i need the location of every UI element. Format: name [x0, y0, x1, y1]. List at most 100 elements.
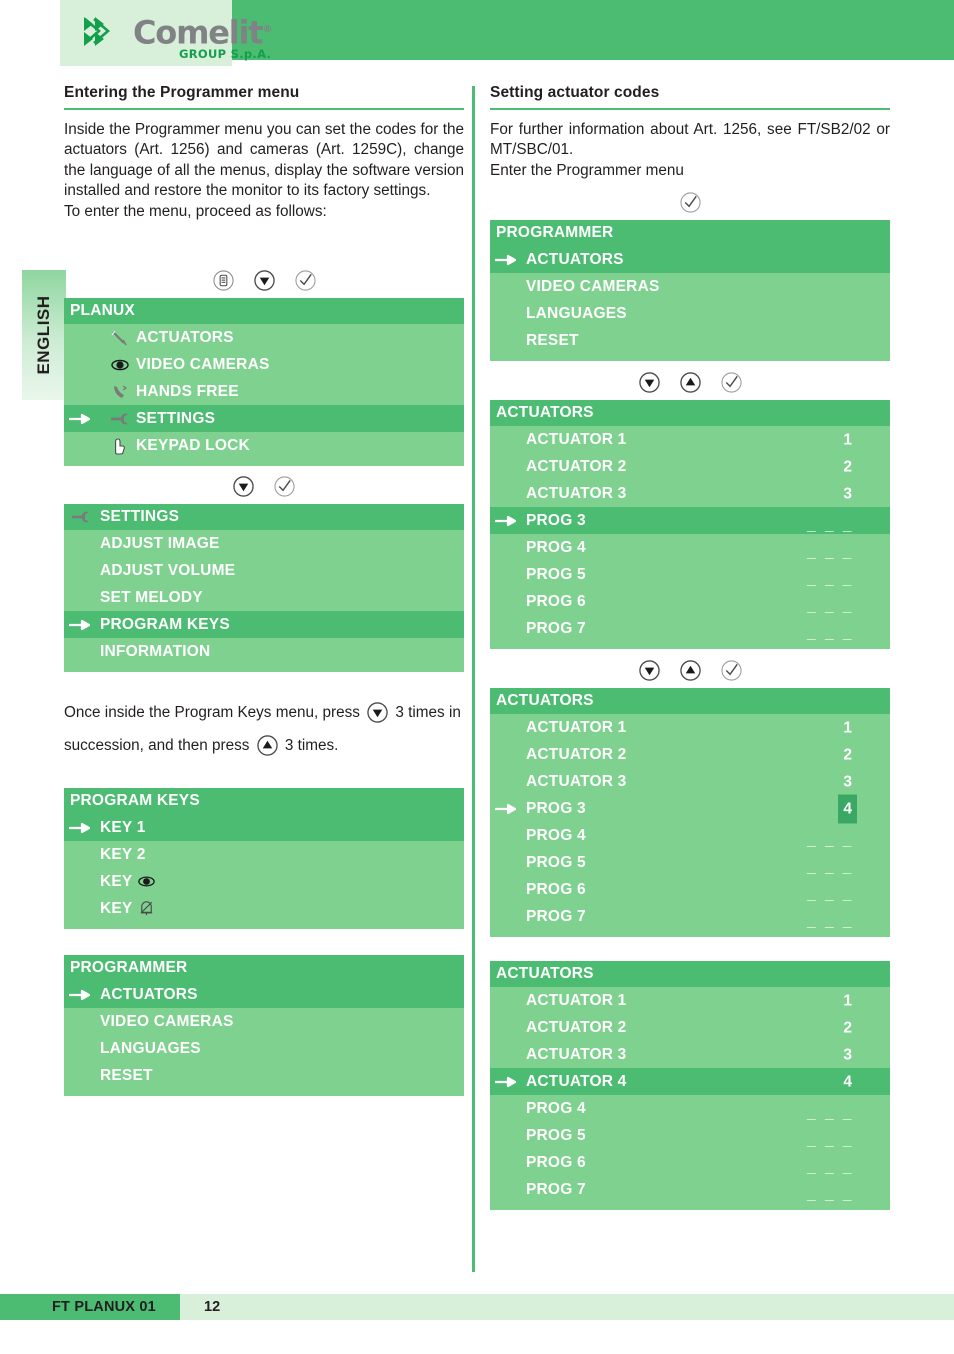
logo-wordmark: Comelit® [133, 13, 272, 52]
right-paragraph-1: For further information about Art. 1256,… [490, 120, 890, 159]
menu-row-key-2[interactable]: KEY 2 [64, 841, 464, 868]
menu-row-label: PROG 4 [526, 539, 586, 556]
column-divider [472, 86, 475, 1272]
menu-row-actuator-2[interactable]: ACTUATOR 2 2 [490, 453, 890, 480]
menu-row-label: PROG 4 [526, 1100, 586, 1117]
menu-program-keys-title: PROGRAM KEYS [64, 788, 464, 814]
bell-muted-icon [141, 901, 153, 916]
menu-programmer-left: PROGRAMMER ACTUATORS VIDEO CAMERAS LANGU… [64, 955, 464, 1096]
menu-row-keypad-lock[interactable]: KEYPAD LOCK [64, 432, 464, 459]
menu-row-actuator-4[interactable]: ACTUATOR 4 4 [490, 1068, 890, 1095]
menu-row-actuators[interactable]: ACTUATORS [490, 246, 890, 273]
down-arrow-icon[interactable] [367, 702, 388, 723]
menu-row-label: ACTUATOR 3 [526, 1046, 627, 1063]
menu-row-label: ACTUATOR 3 [526, 485, 627, 502]
menu-row-video-cameras[interactable]: VIDEO CAMERAS [490, 273, 890, 300]
confirm-icon[interactable] [274, 476, 295, 497]
menu-row-prog-6[interactable]: PROG 6 _ _ _ [490, 876, 890, 903]
menu-row-prog-5[interactable]: PROG 5 _ _ _ [490, 1122, 890, 1149]
menu-row-actuator-3[interactable]: ACTUATOR 3 3 [490, 768, 890, 795]
menu-row-prog-6[interactable]: PROG 6 _ _ _ [490, 1149, 890, 1176]
up-arrow-icon[interactable] [679, 660, 701, 681]
menu-row-reset[interactable]: RESET [490, 327, 890, 354]
menu-row-label: RESET [100, 1067, 153, 1084]
nav-buttons-row-3 [490, 660, 890, 681]
selection-arrow-icon [69, 413, 90, 424]
menu-actuators-title: ACTUATORS [490, 400, 890, 426]
page-footer: FT PLANUX 01 12 [0, 1294, 954, 1320]
menu-row-actuator-2[interactable]: ACTUATOR 2 2 [490, 1014, 890, 1041]
menu-row-actuators[interactable]: ACTUATORS [64, 324, 464, 351]
menu-row-reset[interactable]: RESET [64, 1062, 464, 1089]
eye-icon [138, 876, 156, 887]
menu-row-languages[interactable]: LANGUAGES [64, 1035, 464, 1062]
menu-row-key-1[interactable]: KEY 1 [64, 814, 464, 841]
menu-row-languages[interactable]: LANGUAGES [490, 300, 890, 327]
menu-row-label: PROG 6 [526, 1154, 586, 1171]
up-arrow-icon[interactable] [679, 372, 701, 393]
up-arrow-icon[interactable] [256, 735, 278, 756]
menu-row-prog-7[interactable]: PROG 7 _ _ _ [490, 615, 890, 642]
registered-mark: ® [262, 24, 272, 35]
menu-row-prog-4[interactable]: PROG 4 _ _ _ [490, 822, 890, 849]
footer-page-number: 12 [204, 1299, 221, 1315]
menu-row-key-mute[interactable]: KEY [64, 895, 464, 922]
menu-row-value: 1 [843, 431, 852, 448]
header-green-band [230, 0, 954, 60]
down-arrow-icon[interactable] [253, 270, 275, 291]
menu-row-prog-3[interactable]: PROG 3 _ _ _ [490, 507, 890, 534]
menu-row-adjust-volume[interactable]: ADJUST VOLUME [64, 557, 464, 584]
menu-row-settings[interactable]: SETTINGS [64, 405, 464, 432]
nav-buttons-row-2 [490, 372, 890, 393]
menu-row-actuator-1[interactable]: ACTUATOR 1 1 [490, 987, 890, 1014]
menu-programmer-title: PROGRAMMER [64, 955, 464, 981]
menu-row-label: ACTUATOR 3 [526, 773, 627, 790]
down-arrow-icon[interactable] [638, 660, 660, 681]
menu-row-video-cameras[interactable]: VIDEO CAMERAS [64, 351, 464, 378]
menu-row-actuator-1[interactable]: ACTUATOR 1 1 [490, 426, 890, 453]
menu-row-actuator-2[interactable]: ACTUATOR 2 2 [490, 741, 890, 768]
menu-row-label: LANGUAGES [526, 305, 627, 322]
menu-row-key-camera[interactable]: KEY [64, 868, 464, 895]
menu-row-prog-6[interactable]: PROG 6 _ _ _ [490, 588, 890, 615]
menu-row-adjust-image[interactable]: ADJUST IMAGE [64, 530, 464, 557]
menu-row-prog-5[interactable]: PROG 5 _ _ _ [490, 849, 890, 876]
menu-row-prog-5[interactable]: PROG 5 _ _ _ [490, 561, 890, 588]
footer-document-code: FT PLANUX 01 [52, 1299, 156, 1315]
menu-icon[interactable] [212, 270, 234, 291]
menu-settings-title-bar: SETTINGS [64, 504, 464, 530]
menu-row-label: ADJUST IMAGE [100, 535, 220, 552]
menu-row-actuator-3[interactable]: ACTUATOR 3 3 [490, 480, 890, 507]
menu-row-label: PROG 7 [526, 1181, 586, 1198]
menu-row-prog-4[interactable]: PROG 4 _ _ _ [490, 534, 890, 561]
confirm-icon[interactable] [294, 270, 316, 291]
menu-row-label: ACTUATOR 2 [526, 1019, 627, 1036]
heading-rule [490, 108, 890, 110]
menu-row-actuators[interactable]: ACTUATORS [64, 981, 464, 1008]
confirm-icon[interactable] [720, 372, 742, 393]
down-arrow-icon[interactable] [233, 476, 254, 497]
confirm-icon[interactable] [720, 660, 742, 681]
menu-row-value: 1 [843, 992, 852, 1009]
left-column: Entering the Programmer menu Inside the … [64, 84, 464, 1096]
menu-row-video-cameras[interactable]: VIDEO CAMERAS [64, 1008, 464, 1035]
menu-row-label: HANDS FREE [136, 383, 239, 400]
menu-row-set-melody[interactable]: SET MELODY [64, 584, 464, 611]
menu-row-value: _ _ _ [807, 1185, 854, 1203]
menu-row-value: 3 [843, 773, 852, 790]
menu-row-actuator-1[interactable]: ACTUATOR 1 1 [490, 714, 890, 741]
menu-actuators-title: ACTUATORS [490, 688, 890, 714]
menu-row-label: ACTUATOR 1 [526, 992, 627, 1009]
down-arrow-icon[interactable] [638, 372, 660, 393]
confirm-icon[interactable] [679, 192, 701, 213]
menu-row-actuator-3[interactable]: ACTUATOR 3 3 [490, 1041, 890, 1068]
menu-row-program-keys[interactable]: PROGRAM KEYS [64, 611, 464, 638]
left-paragraph-2: To enter the menu, proceed as follows: [64, 202, 327, 220]
menu-row-prog-3[interactable]: PROG 3 4 [490, 794, 890, 823]
menu-row-prog-7[interactable]: PROG 7 _ _ _ [490, 1176, 890, 1203]
menu-row-information[interactable]: INFORMATION [64, 638, 464, 665]
menu-row-prog-7[interactable]: PROG 7 _ _ _ [490, 903, 890, 930]
menu-row-hands-free[interactable]: HANDS FREE [64, 378, 464, 405]
menu-row-prog-4[interactable]: PROG 4 _ _ _ [490, 1095, 890, 1122]
right-column: Setting actuator codes For further infor… [490, 84, 890, 1210]
